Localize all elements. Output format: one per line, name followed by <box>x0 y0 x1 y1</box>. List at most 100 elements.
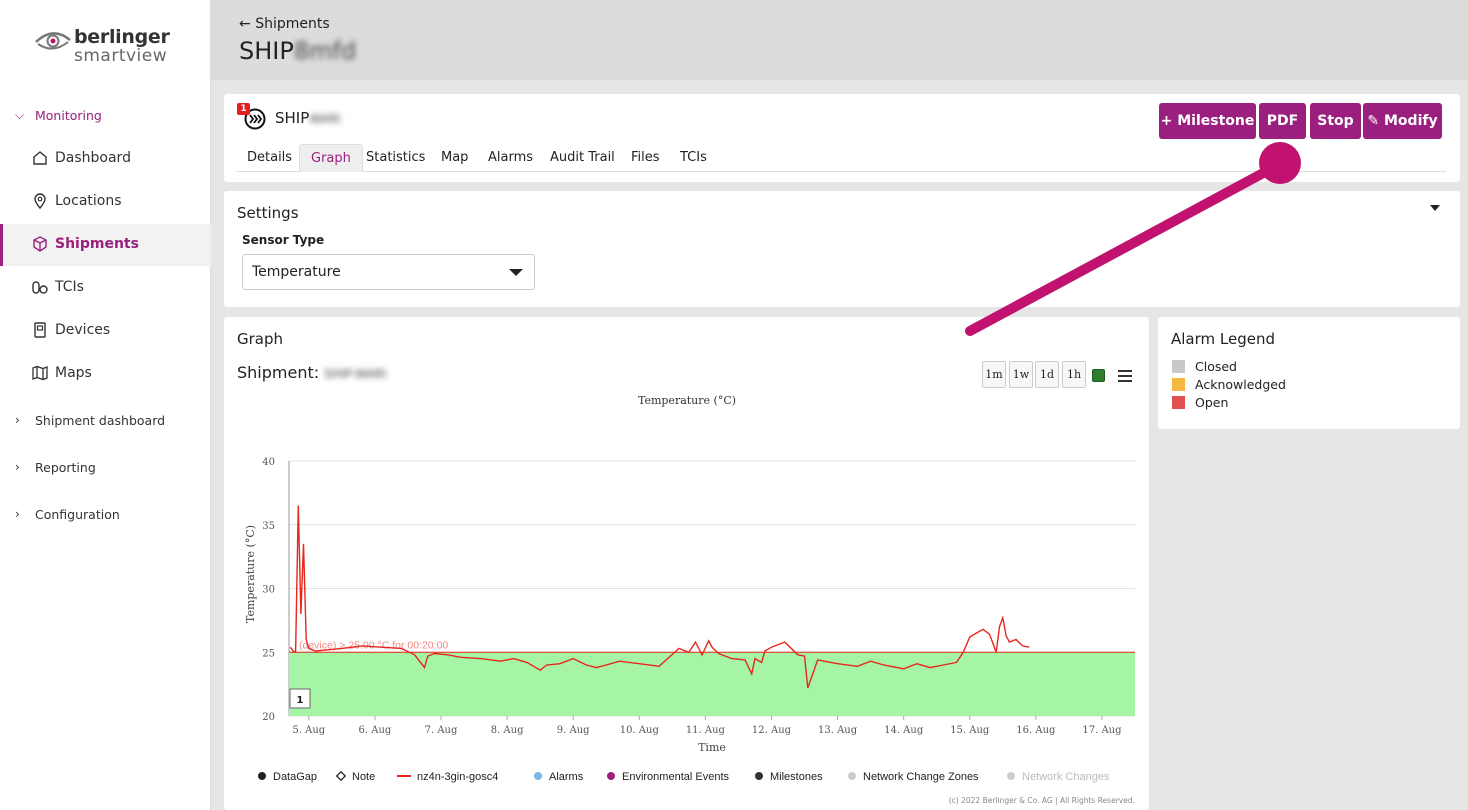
tab-graph[interactable]: Graph <box>299 144 363 172</box>
legend-label: Note <box>352 771 375 783</box>
tab-audit-trail[interactable]: Audit Trail <box>539 144 626 172</box>
x-tick-label: 15. Aug <box>950 725 990 736</box>
page-title: SHIP8mfd <box>239 37 356 65</box>
legend-label: Environmental Events <box>622 771 729 783</box>
x-tick-label: 16. Aug <box>1016 725 1056 736</box>
alarm-legend-title: Alarm Legend <box>1171 330 1276 348</box>
collapse-caret-icon[interactable] <box>1430 205 1440 211</box>
range-1w-button[interactable]: 1w <box>1009 361 1033 388</box>
modify-button-label: Modify <box>1384 113 1438 129</box>
x-tick-labels: 5. Aug 6. Aug 7. Aug 8. Aug 9. Aug 10. Aug 11.… <box>292 716 1122 736</box>
chevron-down-icon: ⌵ <box>15 108 25 122</box>
device-icon <box>34 322 46 338</box>
shipment-name-prefix: SHIP <box>275 109 310 127</box>
x-tick-label: 10. Aug <box>620 725 660 736</box>
alarm-legend-label: Closed <box>1195 359 1237 374</box>
x-tick-label: 6. Aug <box>359 725 392 736</box>
x-tick-label: 13. Aug <box>818 725 858 736</box>
alarm-legend-label: Acknowledged <box>1195 377 1286 392</box>
legend-symbol <box>1007 772 1015 780</box>
sidebar-item-maps[interactable]: Maps <box>0 353 211 395</box>
chart-annotations: 1 <box>289 688 311 709</box>
sidebar-item-shipments[interactable]: Shipments <box>0 224 211 266</box>
legend-label: Network Change Zones <box>863 771 979 783</box>
y-tick-label: 40 <box>262 457 275 468</box>
pdf-button[interactable]: PDF <box>1259 103 1306 139</box>
x-tick-label: 8. Aug <box>491 725 524 736</box>
x-tick-label: 12. Aug <box>752 725 792 736</box>
legend-symbol <box>755 772 763 780</box>
sidebar-item-devices[interactable]: Devices <box>0 310 211 352</box>
notification-badge: 1 <box>237 103 250 115</box>
sensor-type-select[interactable]: Temperature <box>242 254 535 290</box>
arrow-left-icon: ← <box>239 16 251 32</box>
alarm-legend-card: Alarm Legend Closed Acknowledged Open <box>1158 317 1460 429</box>
x-tick-label: 11. Aug <box>686 725 726 736</box>
back-link[interactable]: ← Shipments <box>239 16 330 32</box>
legend-label: DataGap <box>273 771 317 783</box>
sidebar-item-tcis[interactable]: TCIs <box>0 267 211 309</box>
threshold-label: (device) > 25.00 °C for 00:20:00 <box>299 639 448 651</box>
legend-symbol <box>258 772 266 780</box>
sidebar-item-label: TCIs <box>55 279 84 295</box>
modify-button[interactable]: ✎ Modify <box>1363 103 1442 139</box>
tab-map[interactable]: Map <box>430 144 479 172</box>
legend-label: Alarms <box>549 771 584 783</box>
brand-name: berlinger <box>74 26 170 48</box>
chevron-right-icon: › <box>15 507 20 521</box>
sidebar: berlinger smartview ⌵ Monitoring Dashboa… <box>0 0 211 810</box>
x-axis-label: Time <box>698 741 726 754</box>
y-tick-labels: 20 25 30 35 40 <box>262 457 275 723</box>
excel-export-icon[interactable] <box>1092 369 1105 382</box>
sidebar-item-locations[interactable]: Locations <box>0 181 211 223</box>
range-1h-button[interactable]: 1h <box>1062 361 1086 388</box>
chart-title: Temperature (°C) <box>638 394 736 407</box>
back-link-label: Shipments <box>255 16 330 32</box>
stop-button[interactable]: Stop <box>1310 103 1361 139</box>
swatch-open <box>1172 396 1185 409</box>
tab-details[interactable]: Details <box>236 144 303 172</box>
sidebar-item-label: Dashboard <box>55 150 131 166</box>
box-icon <box>33 236 47 252</box>
graph-shipment-label: Shipment: SHIP-WARI <box>237 363 387 382</box>
pills-icon <box>32 281 48 294</box>
range-1d-button[interactable]: 1d <box>1035 361 1059 388</box>
sidebar-item-label: Maps <box>55 365 92 381</box>
legend-symbol <box>848 772 856 780</box>
tab-bar: Details Graph Statistics Map Alarms Audi… <box>236 144 1446 172</box>
sensor-type-value: Temperature <box>252 264 341 280</box>
y-axis-label: Temperature (°C) <box>244 525 257 623</box>
map-icon <box>32 365 48 381</box>
tab-alarms[interactable]: Alarms <box>477 144 544 172</box>
tab-files[interactable]: Files <box>620 144 671 172</box>
graph-shipment-label-text: Shipment: <box>237 363 320 382</box>
shipment-name: SHIPWARI <box>275 109 341 127</box>
home-icon <box>33 151 47 165</box>
eye-logo-icon <box>35 32 71 50</box>
brand-subname: smartview <box>74 46 168 66</box>
chevron-right-icon: › <box>15 460 20 474</box>
tab-statistics[interactable]: Statistics <box>355 144 436 172</box>
x-tick-label: 9. Aug <box>557 725 590 736</box>
legend-label: nz4n-3gin-gosc4 <box>417 771 498 783</box>
y-tick-label: 25 <box>262 648 275 659</box>
swatch-closed <box>1172 360 1185 373</box>
add-milestone-button[interactable]: + Milestone <box>1159 103 1256 139</box>
tab-tcis[interactable]: TCIs <box>669 144 718 172</box>
temperature-chart: Temperature (°C) Temperature (°C) Time (… <box>244 394 1135 805</box>
chart-credit: (c) 2022 Berlinger & Co. AG | All Rights… <box>949 796 1135 805</box>
y-tick-label: 20 <box>262 712 275 723</box>
legend-label: Network Changes <box>1022 771 1110 783</box>
shipment-card: 1 SHIPWARI Details Graph Statistics Map … <box>224 94 1460 182</box>
brand-logo[interactable]: berlinger smartview <box>34 26 184 70</box>
legend-symbol <box>335 770 347 782</box>
range-1m-button[interactable]: 1m <box>982 361 1006 388</box>
sidebar-item-dashboard[interactable]: Dashboard <box>0 138 211 180</box>
location-pin-icon <box>34 193 46 209</box>
sensor-type-label: Sensor Type <box>242 233 325 247</box>
threshold-fill <box>289 652 1135 716</box>
x-tick-label: 7. Aug <box>425 725 458 736</box>
chevron-right-icon: › <box>15 413 20 427</box>
page-title-prefix: SHIP <box>239 37 294 65</box>
hamburger-menu-icon[interactable] <box>1118 370 1132 385</box>
